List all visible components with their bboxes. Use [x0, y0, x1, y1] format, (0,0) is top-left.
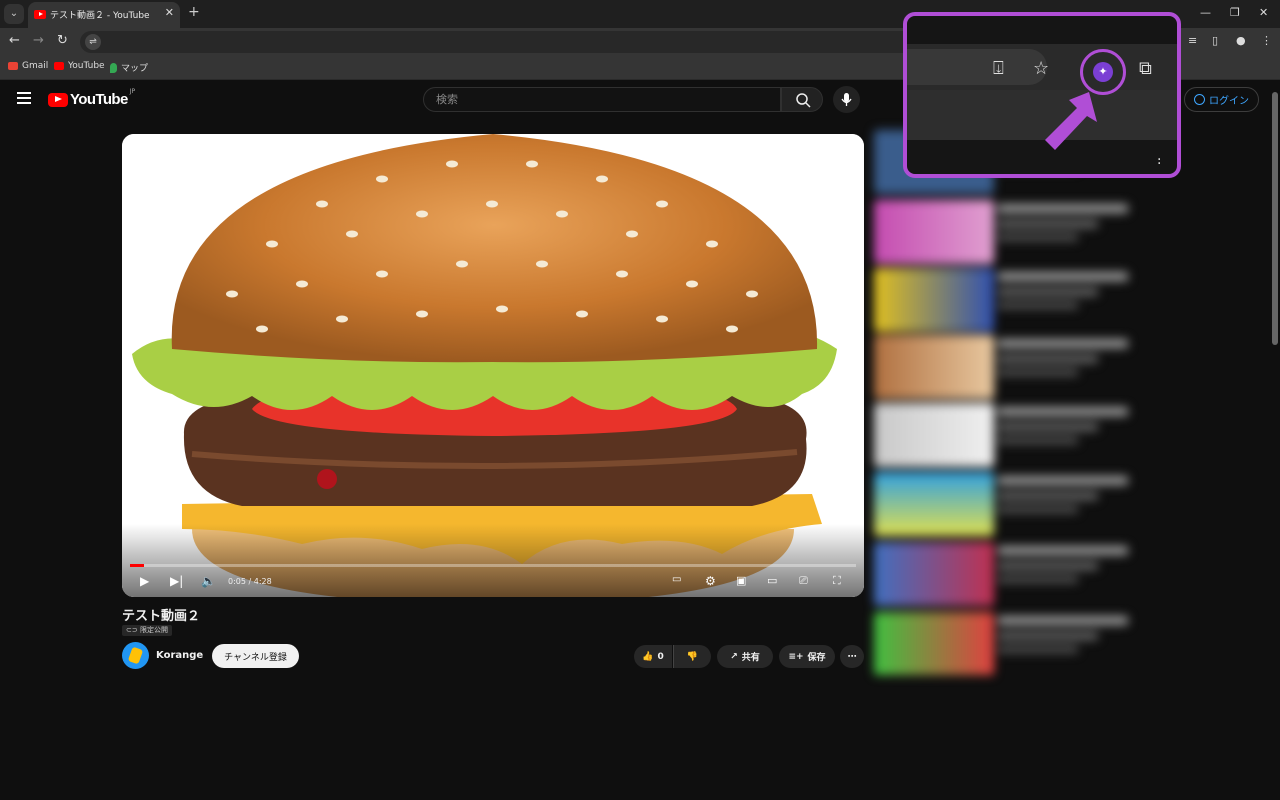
save-button[interactable]: ≡+ 保存	[779, 645, 835, 668]
link-icon: ⊂⊃	[126, 626, 140, 634]
tab-search-button[interactable]: ⌄	[4, 4, 24, 24]
reload-icon[interactable]: ↻	[57, 33, 68, 48]
visibility-badge: ⊂⊃ 限定公開	[122, 625, 172, 636]
playlist-add-icon: ≡+	[788, 651, 804, 662]
page-scrollbar[interactable]	[1270, 80, 1280, 800]
progress-bar[interactable]	[130, 564, 856, 567]
share-button[interactable]: ↗ 共有	[717, 645, 773, 668]
back-arrow-icon[interactable]: ←	[9, 33, 20, 48]
channel-name[interactable]: Korange	[156, 650, 203, 661]
new-tab-button[interactable]: +	[188, 4, 200, 20]
gemini-sparkle-icon[interactable]: ✦	[1093, 62, 1113, 82]
recommendation-item[interactable]	[874, 403, 1136, 467]
youtube-logo[interactable]: YouTube JP	[48, 88, 136, 108]
login-label: ログイン	[1209, 96, 1249, 107]
next-icon[interactable]: ▶|	[170, 574, 183, 588]
hamburger-menu-icon[interactable]	[17, 92, 31, 104]
gmail-icon	[8, 62, 18, 70]
fullscreen-icon[interactable]: ⛶	[833, 574, 841, 588]
bookmark-label: Gmail	[22, 61, 49, 71]
recommendation-item[interactable]	[874, 542, 1136, 606]
like-count: 0	[657, 651, 664, 662]
bookmark-youtube[interactable]: YouTube	[54, 61, 105, 71]
cast-icon[interactable]: ⎚	[799, 574, 808, 588]
site-info-icon[interactable]: ⇌	[85, 34, 101, 50]
extensions-puzzle-icon[interactable]: ⧉	[1139, 58, 1152, 79]
account-circle-icon	[1194, 94, 1205, 105]
like-button[interactable]: 👍 0	[634, 645, 672, 668]
search-input[interactable]	[436, 93, 766, 106]
progress-played	[130, 564, 144, 567]
reading-list-icon[interactable]: ≡	[1188, 34, 1197, 47]
recommendation-item[interactable]	[874, 268, 1136, 332]
video-title: テスト動画２	[122, 609, 201, 624]
maps-icon	[110, 62, 117, 73]
channel-avatar[interactable]	[122, 642, 149, 669]
settings-gear-icon[interactable]: ⚙	[705, 574, 716, 588]
bookmark-gmail[interactable]: Gmail	[8, 61, 48, 71]
scrollbar-thumb[interactable]	[1272, 92, 1278, 345]
theater-mode-icon[interactable]: ▭	[767, 574, 777, 587]
recommendation-item[interactable]	[874, 200, 1136, 264]
save-label: 保存	[807, 653, 826, 663]
tab-youtube[interactable]: テスト動画２ - YouTube ✕	[28, 2, 180, 28]
subtitles-icon[interactable]: ▭	[672, 574, 681, 585]
search-box[interactable]	[423, 87, 781, 112]
callout-address-bar	[907, 49, 1047, 85]
share-label: 共有	[741, 653, 760, 663]
bookmark-star-icon[interactable]: ☆	[1033, 58, 1049, 79]
close-window-button[interactable]: ✕	[1259, 6, 1268, 19]
install-app-icon[interactable]: ⍗	[993, 58, 1004, 79]
maximize-button[interactable]: ❐	[1230, 6, 1240, 19]
bookmark-label: マップ	[121, 64, 149, 74]
tab-close-icon[interactable]: ✕	[165, 6, 174, 19]
miniplayer-icon[interactable]: ▣	[736, 574, 746, 587]
tab-title: テスト動画２ - YouTube	[50, 11, 150, 21]
video-frame-burger	[122, 134, 864, 597]
video-player[interactable]: ▶ ▶| 🔈 0:05 / 4:28 ▭ ⚙ ▣ ▭ ⎚ ⛶	[122, 134, 864, 597]
zoom-callout: ⍗ ☆ ✦ ⧉ · ·	[903, 12, 1181, 178]
subscribe-button[interactable]: チャンネル登録	[212, 644, 299, 668]
more-actions-button[interactable]: ⋯	[840, 645, 864, 668]
minimize-button[interactable]: —	[1200, 6, 1211, 19]
recommendation-item[interactable]	[874, 612, 1136, 675]
player-controls: ▶ ▶| 🔈 0:05 / 4:28 ▭ ⚙ ▣ ▭ ⎚ ⛶	[122, 568, 864, 597]
thumbs-down-icon: 👎	[686, 651, 699, 662]
play-icon[interactable]: ▶	[140, 574, 149, 588]
region-label: JP	[129, 88, 136, 95]
search-button[interactable]	[781, 87, 823, 112]
thumbs-up-icon: 👍	[642, 651, 654, 662]
recommendation-item[interactable]	[874, 472, 1136, 536]
youtube-play-icon	[48, 92, 68, 107]
time-display: 0:05 / 4:28	[228, 577, 272, 586]
recommendation-item[interactable]	[874, 335, 1136, 399]
side-panel-icon[interactable]: ▯	[1212, 34, 1218, 47]
login-button[interactable]: ログイン	[1184, 87, 1259, 112]
youtube-wordmark: YouTube	[70, 91, 128, 108]
youtube-icon	[54, 62, 64, 70]
pointer-arrow-icon	[1045, 92, 1097, 150]
recommendations-sidebar-blurred	[874, 130, 1136, 675]
search-icon	[796, 93, 811, 108]
share-arrow-icon: ↗	[730, 651, 738, 662]
bookmark-maps[interactable]: マップ	[110, 61, 148, 74]
volume-icon[interactable]: 🔈	[201, 574, 216, 588]
microphone-icon	[841, 93, 852, 106]
forward-arrow-icon[interactable]: →	[33, 33, 44, 48]
chrome-menu-icon[interactable]: ⋮	[1261, 34, 1272, 47]
voice-search-button[interactable]	[833, 86, 860, 113]
dislike-button[interactable]: 👎	[673, 645, 711, 668]
youtube-favicon-icon	[34, 10, 46, 19]
profile-icon[interactable]: ●	[1236, 34, 1246, 47]
bookmark-label: YouTube	[68, 61, 105, 71]
visibility-label: 限定公開	[139, 626, 168, 634]
more-vertical-icon: · ·	[1157, 152, 1162, 172]
more-horizontal-icon: ⋯	[847, 651, 857, 662]
